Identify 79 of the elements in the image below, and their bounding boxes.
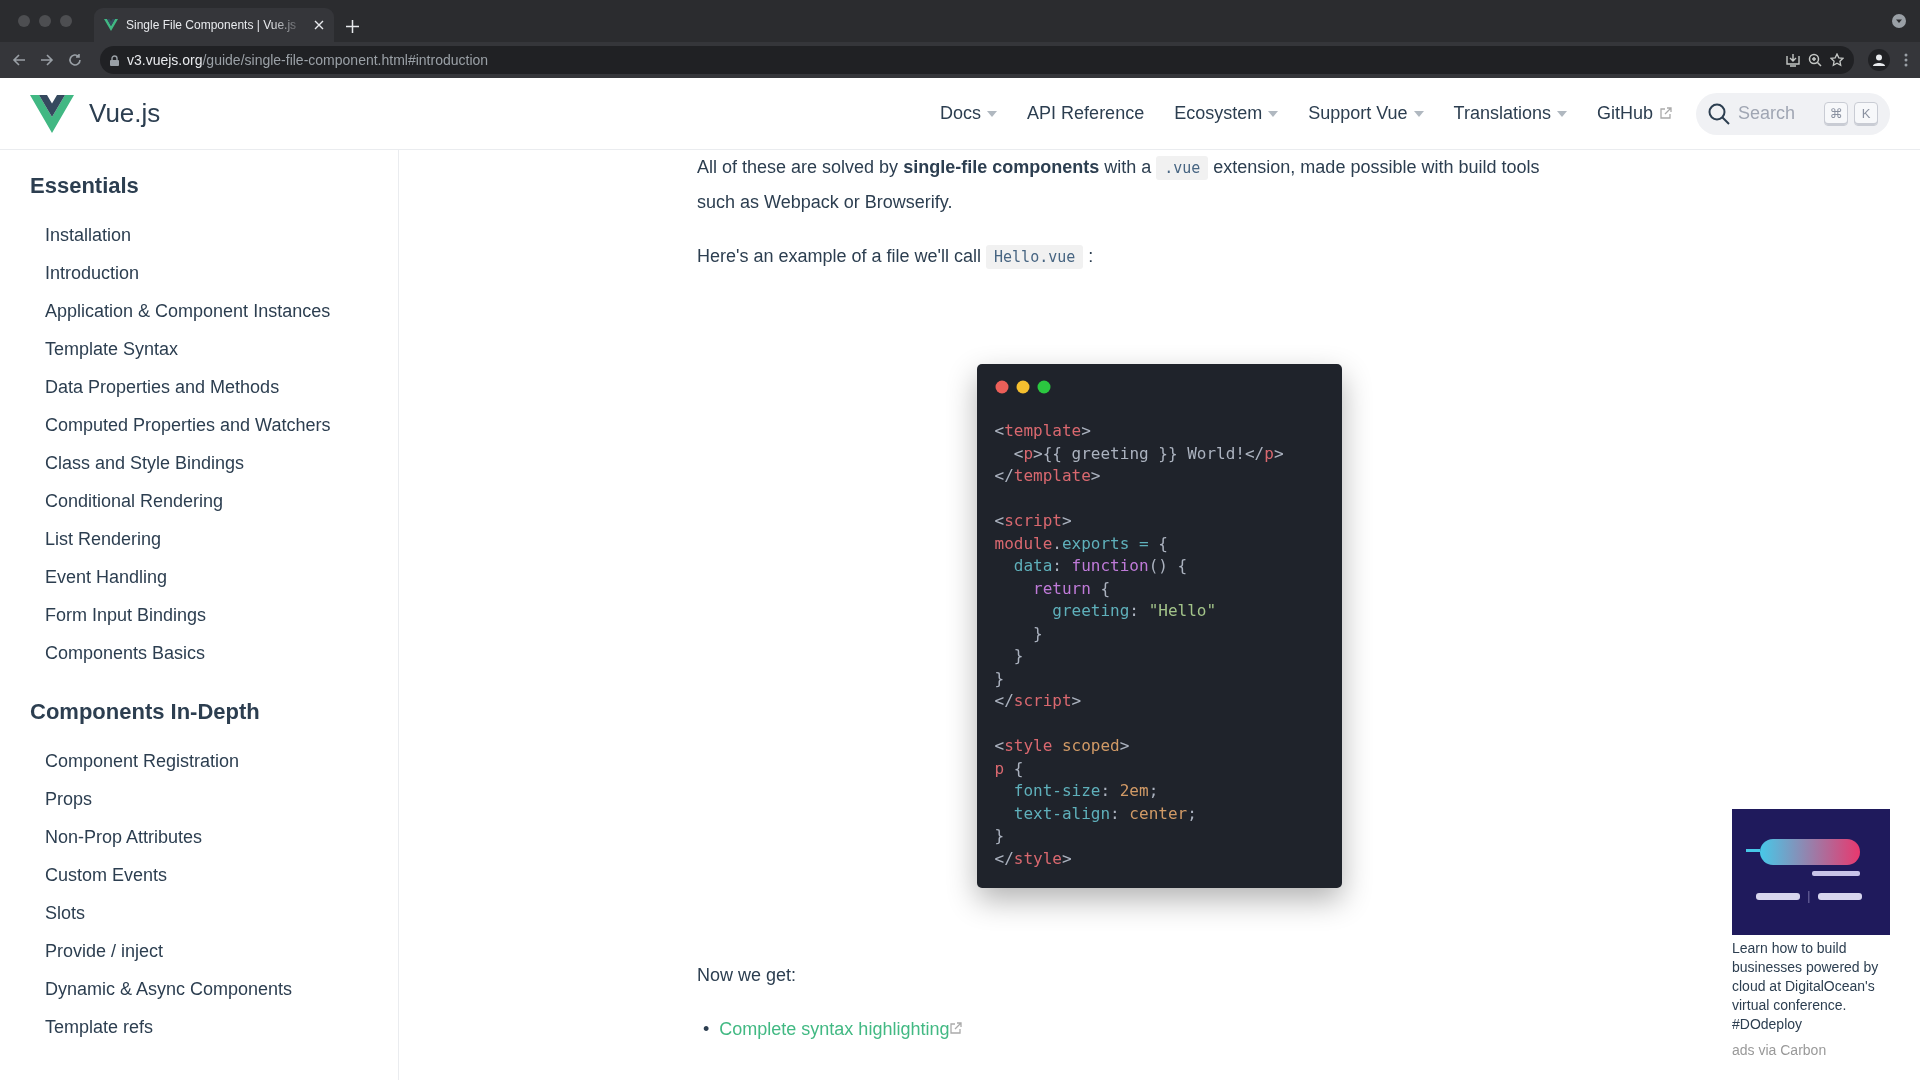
sidebar-link[interactable]: Form Input Bindings (45, 596, 398, 634)
code-line: return { (1032, 577, 1112, 600)
browser-tab[interactable]: Single File Components | Vue.js (94, 8, 334, 42)
code-line: module.exports = { (994, 532, 1169, 555)
window-dots-icon (994, 380, 1051, 394)
bullet: • (703, 1018, 710, 1041)
reload-icon[interactable] (68, 53, 82, 67)
code-line: <style scoped> (994, 735, 1131, 757)
nav-link[interactable]: API Reference (1027, 103, 1145, 124)
code-line: } (1032, 622, 1044, 645)
vue-logo-icon[interactable] (30, 94, 74, 133)
code-line: data: function() { (1012, 555, 1189, 577)
sidebar-link[interactable]: Component Registration (45, 742, 398, 780)
code-line: <template> (994, 420, 1092, 442)
sidebar-link[interactable]: Event Handling (45, 558, 398, 596)
code-line: greeting: "Hello" (1051, 600, 1218, 622)
keyboard-key: K (1854, 101, 1878, 126)
code-line: <script> (994, 510, 1073, 532)
code-line: } (1012, 645, 1025, 667)
sidebar-link[interactable]: Application & Component Instances (45, 292, 398, 330)
nav-link[interactable]: Ecosystem (1174, 103, 1279, 124)
vue-logo-icon (104, 19, 118, 31)
address-bar[interactable]: v3.vuejs.org/guide/single-file-component.html#introduction (100, 46, 1854, 74)
back-icon[interactable] (12, 53, 26, 67)
sidebar-link[interactable]: Class and Style Bindings (45, 444, 398, 482)
sidebar-link[interactable]: Slots (45, 894, 398, 932)
sidebar-link[interactable]: Conditional Rendering (45, 482, 398, 520)
caret-icon (1413, 110, 1424, 117)
caret-icon (1268, 110, 1279, 117)
code-line: } (994, 825, 1006, 847)
keyboard-key: ⌘ (1824, 101, 1848, 126)
nav-link[interactable]: GitHub (1596, 103, 1672, 124)
tab-title: Single File Components | Vue.js (126, 18, 298, 32)
external-link-icon (949, 1022, 963, 1035)
ad-text[interactable]: Learn how to build businesses powered by cloud at DigitalOcean's virtual conference. #DOdeploy (1732, 939, 1890, 1034)
sidebar-link[interactable]: Data Properties and Methods (45, 368, 398, 406)
close-icon[interactable] (314, 20, 324, 30)
sidebar-heading: Essentials (30, 172, 140, 200)
sidebar-heading: Components In-Depth (30, 698, 261, 726)
sidebar-link[interactable]: Dynamic & Async Components (45, 970, 398, 1008)
search-icon (1708, 102, 1730, 125)
code-line: </script> (994, 690, 1083, 712)
code-line: } (994, 667, 1006, 690)
site-title[interactable]: Vue.js (89, 98, 161, 129)
code-line: </style> (994, 847, 1073, 870)
code-line: font-size: 2em; (1012, 780, 1160, 802)
sidebar-link[interactable]: Provide / inject (45, 932, 398, 970)
sidebar-link[interactable]: List Rendering (45, 520, 398, 558)
nav-link[interactable]: Support Vue (1308, 103, 1424, 124)
paragraph: Now we get: (697, 964, 798, 987)
sidebar-link[interactable]: Components Basics (45, 634, 398, 672)
external-link-icon (1659, 107, 1672, 120)
paragraph: Here's an example of a file we'll call Hello.vue : (697, 239, 1577, 274)
sidebar-link[interactable]: Custom Events (45, 856, 398, 894)
caret-icon (1556, 110, 1567, 117)
code-line: p { (994, 757, 1025, 780)
profile-icon[interactable] (1868, 49, 1890, 71)
tab-search-icon[interactable] (1892, 14, 1906, 28)
code-line: <p>{{ greeting }} World!</p> (1012, 442, 1285, 465)
sidebar-link[interactable]: Computed Properties and Watchers (45, 406, 398, 444)
sidebar-link[interactable]: Non-Prop Attributes (45, 818, 398, 856)
nav-link[interactable]: Translations (1453, 103, 1567, 124)
lock-icon (110, 54, 119, 66)
sidebar-link[interactable]: Props (45, 780, 398, 818)
sidebar-link[interactable]: Installation (45, 216, 398, 254)
install-icon[interactable] (1786, 53, 1800, 67)
code-line: text-align: center; (1012, 802, 1198, 825)
menu-icon[interactable] (1904, 53, 1908, 67)
code-line: </template> (994, 465, 1102, 487)
nav-link[interactable]: Docs (940, 103, 998, 124)
paragraph: All of these are solved by single-file components with a .vue extension, made possible with build tools such as Webpack or Browserify. (697, 155, 1541, 214)
forward-icon[interactable] (40, 53, 54, 67)
sidebar-link[interactable]: Template Syntax (45, 330, 398, 368)
zoom-icon[interactable] (1808, 53, 1822, 67)
new-tab-icon[interactable] (346, 20, 359, 33)
star-icon[interactable] (1830, 53, 1844, 67)
caret-icon (987, 110, 998, 117)
sidebar-link[interactable]: Template refs (45, 1008, 398, 1046)
sidebar-link[interactable]: Introduction (45, 254, 398, 292)
